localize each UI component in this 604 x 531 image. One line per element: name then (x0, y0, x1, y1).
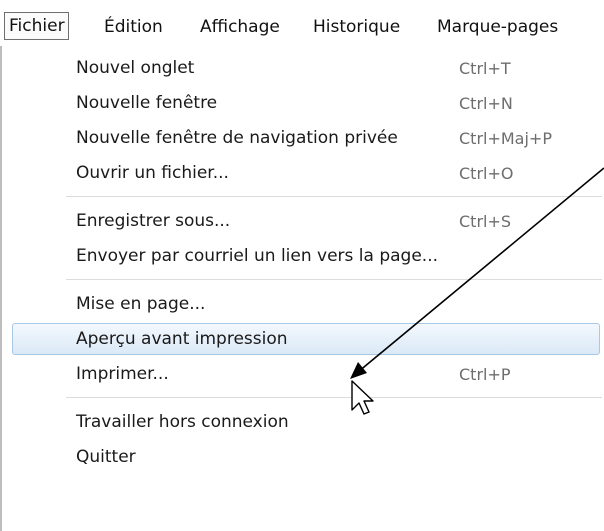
menu-item-label: Mise en page... (76, 294, 206, 314)
menu-fichier[interactable]: Fichier (4, 12, 69, 40)
menu-item-travailler-hors-connexion[interactable]: Travailler hors connexion (4, 404, 604, 440)
fichier-dropdown-menu: Nouvel onglet Ctrl+T Nouvelle fenêtre Ct… (0, 46, 604, 531)
menu-item-quitter[interactable]: Quitter (4, 439, 604, 475)
menu-item-envoyer-lien[interactable]: Envoyer par courriel un lien vers la pag… (4, 238, 604, 274)
menu-separator (66, 397, 602, 398)
menu-item-label: Aperçu avant impression (76, 329, 288, 349)
menu-item-label: Nouvelle fenêtre de navigation privée (76, 128, 398, 148)
menu-separator (66, 196, 602, 197)
menu-item-enregistrer-sous[interactable]: Enregistrer sous... Ctrl+S (4, 203, 604, 239)
menu-item-shortcut: Ctrl+P (459, 365, 511, 384)
menu-item-nouvelle-fenetre[interactable]: Nouvelle fenêtre Ctrl+N (4, 85, 604, 121)
menu-affichage[interactable]: Affichage (200, 14, 280, 40)
menu-item-label: Quitter (76, 447, 136, 467)
menu-item-mise-en-page[interactable]: Mise en page... (4, 286, 604, 322)
menu-item-nouvel-onglet[interactable]: Nouvel onglet Ctrl+T (4, 50, 604, 86)
menu-item-apercu-avant-impression[interactable]: Aperçu avant impression (4, 321, 604, 357)
menu-separator (66, 279, 602, 280)
menu-item-label: Imprimer... (76, 364, 169, 384)
menu-item-ouvrir-fichier[interactable]: Ouvrir un fichier... Ctrl+O (4, 155, 604, 191)
menu-item-shortcut: Ctrl+Maj+P (459, 129, 552, 148)
menu-item-label: Envoyer par courriel un lien vers la pag… (76, 246, 439, 266)
menu-item-shortcut: Ctrl+N (459, 94, 513, 113)
menu-item-label: Enregistrer sous... (76, 211, 231, 231)
menu-marque-pages[interactable]: Marque-pages (437, 14, 558, 40)
menu-item-shortcut: Ctrl+T (459, 59, 511, 78)
menu-item-shortcut: Ctrl+O (459, 164, 514, 183)
menu-item-label: Travailler hors connexion (76, 412, 289, 432)
menu-item-label: Ouvrir un fichier... (76, 163, 229, 183)
menu-item-navigation-privee[interactable]: Nouvelle fenêtre de navigation privée Ct… (4, 120, 604, 156)
menu-item-label: Nouvel onglet (76, 58, 195, 78)
menu-historique[interactable]: Historique (313, 14, 400, 40)
menu-bar: Fichier Édition Affichage Historique Mar… (0, 0, 604, 46)
menu-item-imprimer[interactable]: Imprimer... Ctrl+P (4, 356, 604, 392)
menu-item-shortcut: Ctrl+S (459, 212, 512, 231)
menu-edition[interactable]: Édition (104, 14, 163, 40)
menu-item-label: Nouvelle fenêtre (76, 93, 218, 113)
